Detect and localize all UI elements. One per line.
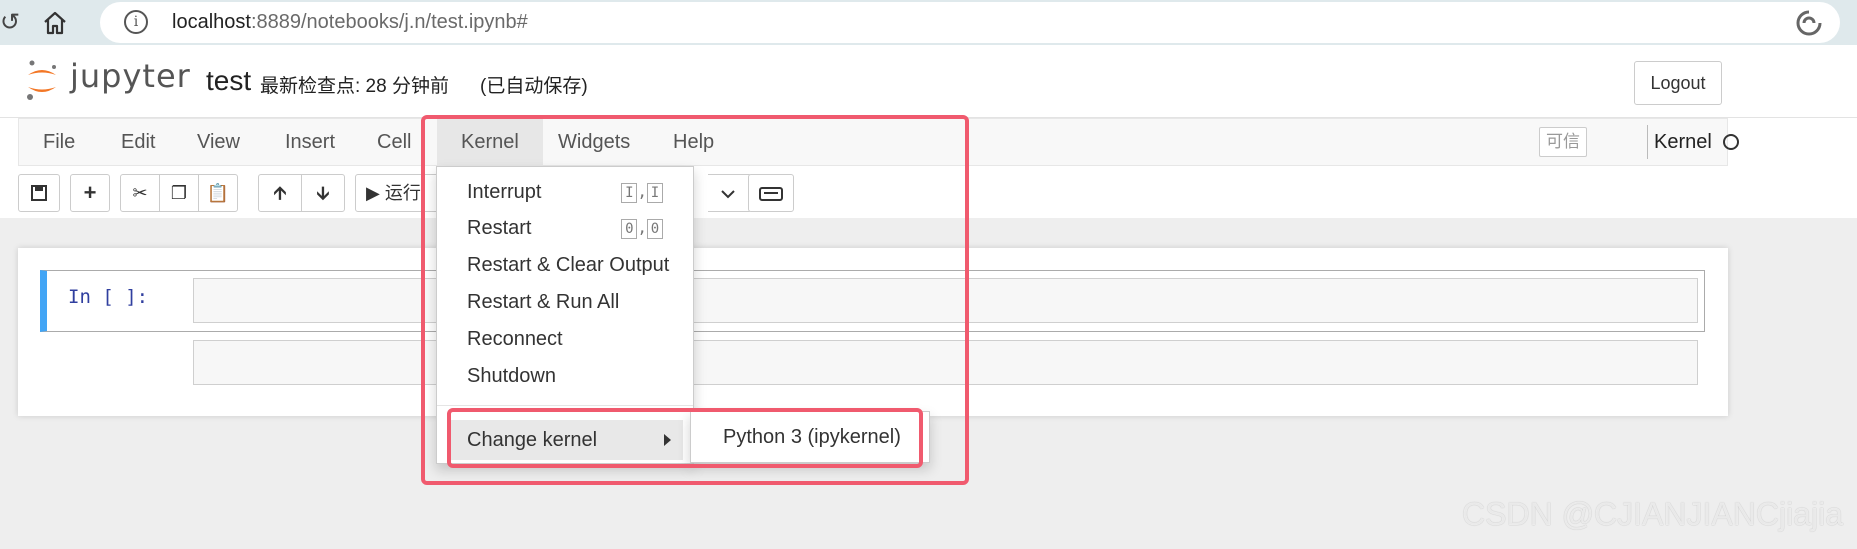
- menu-view[interactable]: View: [173, 119, 264, 165]
- paste-icon: 📋: [206, 183, 230, 203]
- url-text[interactable]: localhost:8889/notebooks/j.n/test.ipynb#: [172, 11, 528, 34]
- watermark: CSDN @CJIANJIANCjiajia: [1462, 496, 1843, 532]
- kernel-dropdown-menu: Interrupt I,I Restart 0,0 Restart & Clea…: [436, 166, 694, 464]
- kernel-name-label[interactable]: Kernel: [1647, 125, 1712, 159]
- menu-insert[interactable]: Insert: [261, 119, 359, 165]
- menu-divider: [437, 405, 693, 406]
- insert-cell-button[interactable]: +: [70, 174, 110, 212]
- menu-item-restart-run-all[interactable]: Restart & Run All: [437, 285, 693, 319]
- cut-button[interactable]: ✂: [120, 174, 160, 212]
- menubar: File Edit View Insert Cell Kernel Widget…: [18, 118, 1739, 166]
- arrow-down-icon: 🡫: [316, 183, 330, 203]
- menu-help[interactable]: Help: [649, 119, 738, 165]
- trusted-badge[interactable]: 可信: [1539, 127, 1587, 157]
- kernel-option-python3[interactable]: Python 3 (ipykernel): [691, 418, 929, 456]
- menu-item-change-kernel[interactable]: Change kernel: [447, 420, 683, 460]
- arrow-up-icon: 🡩: [273, 183, 287, 203]
- command-palette-button[interactable]: [748, 174, 794, 212]
- menu-item-restart[interactable]: Restart 0,0: [437, 211, 693, 245]
- jupyter-logo-text[interactable]: jupyter: [70, 57, 191, 95]
- site-info-icon[interactable]: i: [124, 10, 148, 34]
- save-button[interactable]: [18, 174, 60, 212]
- cell-input-area[interactable]: [193, 278, 1698, 323]
- move-down-button[interactable]: 🡫: [301, 174, 345, 212]
- menu-item-restart-clear[interactable]: Restart & Clear Output: [437, 248, 693, 282]
- browser-toolbar: ↺ i localhost:8889/notebooks/j.n/test.ip…: [0, 0, 1857, 45]
- change-kernel-submenu: Python 3 (ipykernel): [690, 411, 930, 463]
- notebook-title[interactable]: test: [206, 65, 251, 97]
- checkpoint-status: 最新检查点: 28 分钟前: [260, 76, 449, 97]
- home-icon[interactable]: [40, 8, 70, 38]
- restart-shortcut: 0,0: [621, 211, 663, 245]
- menu-item-interrupt[interactable]: Interrupt I,I: [437, 175, 693, 209]
- copy-icon: ❐: [170, 183, 188, 203]
- jupyter-logo-icon[interactable]: [24, 59, 60, 101]
- back-icon[interactable]: ↺: [0, 8, 20, 37]
- notebook-container: In [ ]:: [18, 248, 1728, 416]
- menu-edit[interactable]: Edit: [97, 119, 179, 165]
- logout-button[interactable]: Logout: [1634, 61, 1722, 105]
- kernel-status-icon: [1723, 134, 1739, 150]
- keyboard-icon: [759, 187, 783, 201]
- jupyter-header: jupyter test 最新检查点: 28 分钟前 (已自动保存) Logou…: [0, 45, 1857, 118]
- autosave-status: (已自动保存): [480, 76, 588, 97]
- paste-button[interactable]: 📋: [198, 174, 238, 212]
- menu-file[interactable]: File: [19, 119, 99, 165]
- menu-widgets[interactable]: Widgets: [534, 119, 654, 165]
- cell-prompt: In [ ]:: [68, 286, 149, 308]
- run-label: 运行: [384, 183, 421, 203]
- cell-type-select[interactable]: [708, 174, 752, 212]
- caret-right-icon: [664, 434, 671, 446]
- chevron-down-icon: [721, 190, 735, 199]
- menu-item-reconnect[interactable]: Reconnect: [437, 322, 693, 356]
- plus-icon: +: [83, 180, 97, 205]
- move-up-button[interactable]: 🡩: [258, 174, 302, 212]
- menu-kernel[interactable]: Kernel: [437, 119, 543, 165]
- cell-input-area-2[interactable]: [193, 340, 1698, 385]
- menu-item-shutdown[interactable]: Shutdown: [437, 359, 693, 393]
- play-icon: ▶: [366, 183, 380, 203]
- copy-button[interactable]: ❐: [159, 174, 199, 212]
- browser-extension-icon[interactable]: [1795, 9, 1823, 37]
- menu-cell[interactable]: Cell: [353, 119, 435, 165]
- interrupt-shortcut: I,I: [621, 175, 663, 209]
- menubar-container: File Edit View Insert Cell Kernel Widget…: [0, 118, 1857, 218]
- save-icon: [31, 185, 47, 201]
- scissors-icon: ✂: [132, 183, 148, 203]
